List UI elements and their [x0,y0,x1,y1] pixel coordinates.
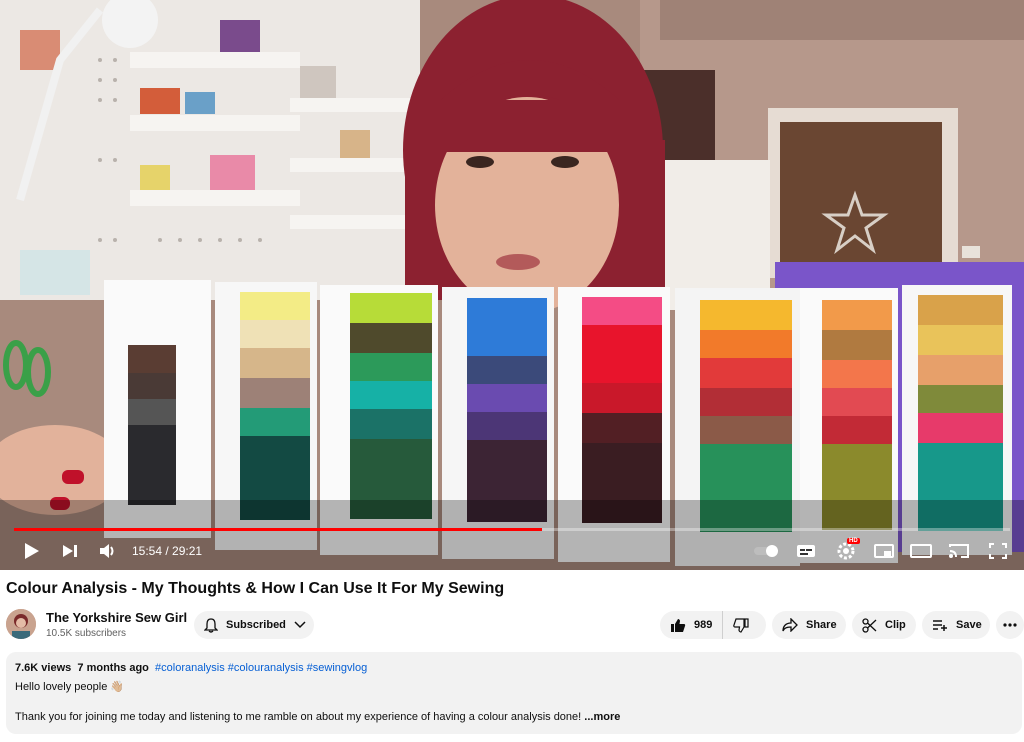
theater-button[interactable] [906,536,936,566]
gear-icon [837,542,855,560]
show-more-link[interactable]: ...more [584,711,620,723]
more-vert-icon [1003,623,1017,627]
subtitles-button[interactable] [792,536,820,566]
avatar-image [6,609,36,639]
fullscreen-icon [989,543,1007,559]
like-count: 989 [694,619,713,631]
time-current: 15:54 [132,544,163,558]
subscriber-count: 10.5K subscribers [46,628,127,639]
progress-bar[interactable] [14,528,1010,531]
autoplay-toggle[interactable] [752,536,782,566]
share-label: Share [806,619,837,631]
hashtags[interactable]: #coloranalysis #colouranalysis #sewingvl… [155,662,367,674]
video-title: Colour Analysis - My Thoughts & How I Ca… [6,580,505,597]
more-actions-button[interactable] [996,611,1024,639]
subscribed-button[interactable]: Subscribed [194,611,314,639]
volume-icon [100,544,114,558]
like-dislike-group: 989 [660,611,766,639]
like-button[interactable]: 989 [670,611,724,639]
description-line-3: Thank you for joining me today and liste… [15,711,620,723]
miniplayer-button[interactable] [870,536,898,566]
save-button[interactable]: Save [922,611,990,639]
subtitles-icon [797,545,815,557]
miniplayer-icon [874,544,894,558]
time-display: 15:54 / 29:21 [132,544,202,558]
view-count: 7.6K views [15,662,72,674]
description-box[interactable]: 7.6K views 7 months ago #coloranalysis #… [6,652,1022,734]
share-button[interactable]: Share [772,611,846,639]
cast-button[interactable] [944,536,974,566]
channel-avatar[interactable] [6,609,36,639]
video-frame [0,0,1024,570]
thumbs-down-icon [733,617,749,633]
settings-button[interactable]: HD [832,536,860,566]
dislike-button[interactable] [723,611,749,639]
next-button[interactable] [56,536,84,566]
share-arrow-icon [782,618,798,632]
thumbs-up-icon [671,618,686,632]
scissors-icon [862,617,877,633]
time-separator: / [162,544,173,558]
theater-icon [910,544,932,558]
player-controls: 15:54 / 29:21 HD [0,536,1024,566]
subscribed-label: Subscribed [226,619,286,631]
cast-icon [949,544,969,558]
clip-button[interactable]: Clip [852,611,916,639]
description-line-1: Hello lovely people 👋🏼 [15,681,125,693]
upload-age: 7 months ago [77,662,149,674]
video-player[interactable]: 15:54 / 29:21 HD [0,0,1024,570]
description-meta: 7.6K views 7 months ago #coloranalysis #… [15,662,367,674]
progress-played [14,528,542,531]
play-button[interactable] [18,536,46,566]
clip-label: Clip [885,619,906,631]
chevron-down-icon [294,621,306,629]
play-icon [25,543,39,559]
volume-button[interactable] [94,536,122,566]
time-total: 29:21 [172,544,203,558]
save-label: Save [956,619,982,631]
autoplay-toggle-icon [754,545,778,557]
next-icon [63,545,77,557]
bell-icon [204,617,218,633]
playlist-add-icon [933,620,947,631]
fullscreen-button[interactable] [984,536,1012,566]
description-text: Thank you for joining me today and liste… [15,711,582,723]
channel-name[interactable]: The Yorkshire Sew Girl [46,610,187,625]
hd-badge: HD [847,538,860,544]
